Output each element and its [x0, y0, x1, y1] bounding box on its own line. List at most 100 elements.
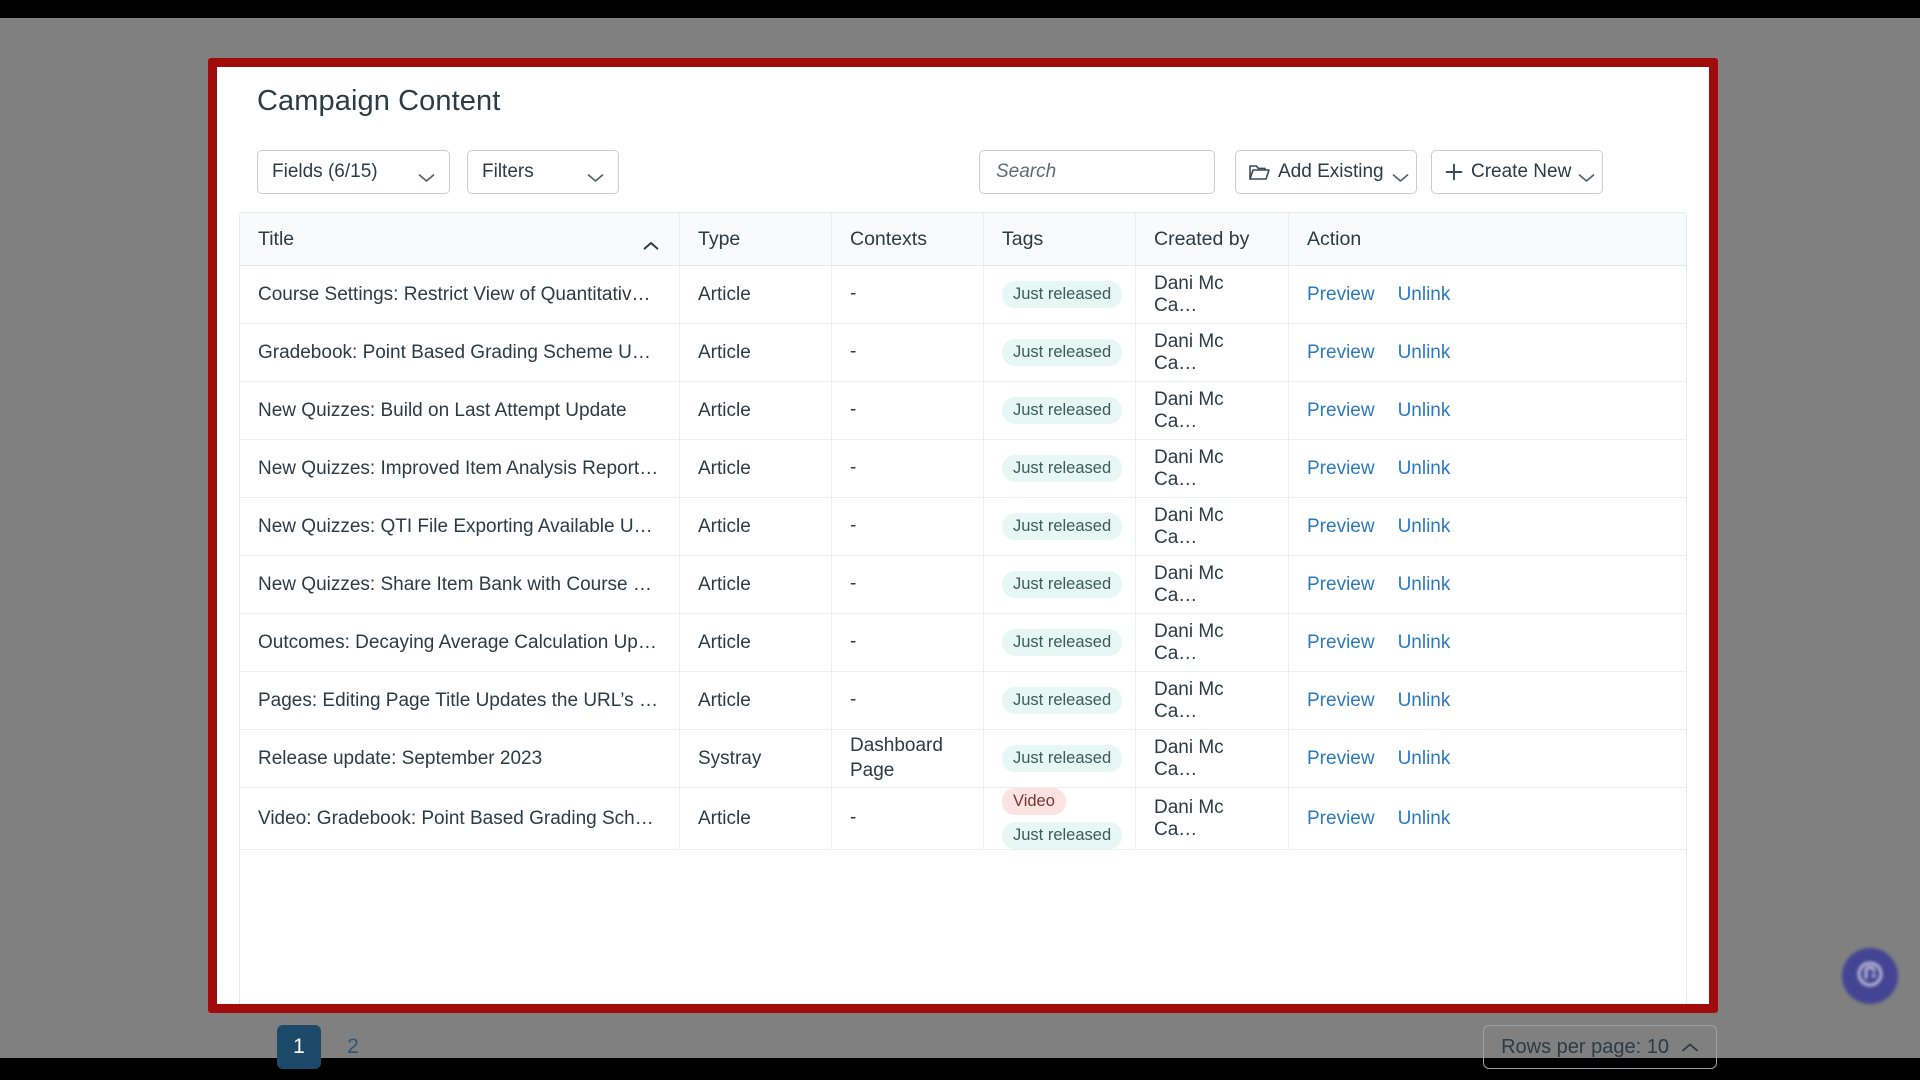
cell-title-text: New Quizzes: Build on Last Attempt Updat…: [258, 399, 627, 421]
unlink-link[interactable]: Unlink: [1398, 690, 1451, 712]
highlight-frame: Campaign Content Fields (6/15) Filters S…: [208, 58, 1718, 1013]
column-header-type[interactable]: Type: [680, 213, 832, 265]
column-header-title[interactable]: Title: [240, 213, 680, 265]
preview-link[interactable]: Preview: [1307, 748, 1375, 770]
cell-title: New Quizzes: Share Item Bank with Course…: [240, 556, 680, 613]
table-row[interactable]: New Quizzes: Share Item Bank with Course…: [240, 556, 1686, 614]
help-chat-icon: [1855, 959, 1885, 994]
table-row[interactable]: Release update: September 2023 Systray Das…: [240, 730, 1686, 788]
cell-type: Article: [680, 440, 832, 497]
unlink-link[interactable]: Unlink: [1398, 748, 1451, 770]
add-existing-button[interactable]: Add Existing: [1235, 150, 1417, 194]
page-title: Campaign Content: [257, 85, 501, 117]
cell-tags: Just released: [984, 614, 1136, 671]
cell-contexts: -: [832, 556, 984, 613]
campaign-content-card: Campaign Content Fields (6/15) Filters S…: [217, 67, 1709, 1004]
screen: Campaign Content Fields (6/15) Filters S…: [0, 0, 1920, 1080]
cell-contexts-text: -: [850, 457, 857, 479]
preview-link[interactable]: Preview: [1307, 284, 1375, 306]
cell-type: Article: [680, 324, 832, 381]
unlink-link[interactable]: Unlink: [1398, 632, 1451, 654]
status-badge: Just released: [1002, 338, 1123, 367]
column-header-tags[interactable]: Tags: [984, 213, 1136, 265]
cell-created-by: Dani Mc Ca…: [1136, 614, 1289, 671]
tag-list: Just released: [1002, 570, 1123, 599]
rows-per-page-selector[interactable]: Rows per page: 10: [1483, 1025, 1717, 1069]
help-chat-fab[interactable]: [1842, 948, 1898, 1004]
cell-title: Gradebook: Point Based Grading Scheme Up…: [240, 324, 680, 381]
unlink-link[interactable]: Unlink: [1398, 516, 1451, 538]
cell-action: Preview Unlink: [1289, 324, 1686, 381]
tag-list: Just released: [1002, 338, 1123, 367]
column-header-created-by[interactable]: Created by: [1136, 213, 1289, 265]
cell-action: Preview Unlink: [1289, 614, 1686, 671]
unlink-link[interactable]: Unlink: [1398, 808, 1451, 830]
pagination-page-2[interactable]: 2: [331, 1025, 375, 1069]
cell-action: Preview Unlink: [1289, 788, 1686, 849]
cell-contexts: -: [832, 788, 984, 850]
table-row[interactable]: Video: Gradebook: Point Based Grading Sc…: [240, 788, 1686, 851]
create-new-label: Create New: [1471, 161, 1572, 182]
column-header-contexts[interactable]: Contexts: [832, 213, 984, 265]
cell-tags: Just released: [984, 324, 1136, 381]
preview-link[interactable]: Preview: [1307, 574, 1375, 596]
cell-title: New Quizzes: Improved Item Analysis Repo…: [240, 440, 680, 497]
search-box[interactable]: [979, 150, 1264, 194]
fields-dropdown[interactable]: Fields (6/15): [257, 150, 450, 194]
table-row[interactable]: Gradebook: Point Based Grading Scheme Up…: [240, 324, 1686, 382]
unlink-link[interactable]: Unlink: [1398, 574, 1451, 596]
unlink-link[interactable]: Unlink: [1398, 284, 1451, 306]
status-badge: Just released: [1002, 822, 1123, 850]
preview-link[interactable]: Preview: [1307, 632, 1375, 654]
search-input[interactable]: [996, 161, 1243, 183]
cell-title-text: New Quizzes: Share Item Bank with Course…: [258, 573, 661, 595]
cell-title: Outcomes: Decaying Average Calculation U…: [240, 614, 680, 671]
cell-title: Video: Gradebook: Point Based Grading Sc…: [240, 788, 680, 850]
preview-link[interactable]: Preview: [1307, 808, 1375, 830]
preview-link[interactable]: Preview: [1307, 516, 1375, 538]
cell-action: Preview Unlink: [1289, 382, 1686, 439]
status-badge: Just released: [1002, 280, 1123, 309]
pagination-page-1[interactable]: 1: [277, 1025, 321, 1069]
preview-link[interactable]: Preview: [1307, 458, 1375, 480]
table-row[interactable]: Course Settings: Restrict View of Quanti…: [240, 266, 1686, 324]
cell-created-by: Dani Mc Ca…: [1136, 440, 1289, 497]
cell-contexts: -: [832, 382, 984, 439]
status-badge: Just released: [1002, 512, 1123, 541]
table-row[interactable]: Pages: Editing Page Title Updates the UR…: [240, 672, 1686, 730]
cell-title-text: Release update: September 2023: [258, 747, 543, 769]
cell-contexts-text: -: [850, 631, 857, 653]
cell-tags: Just released: [984, 672, 1136, 729]
cell-contexts: -: [832, 440, 984, 497]
table-row[interactable]: New Quizzes: QTI File Exporting Availabl…: [240, 498, 1686, 556]
cell-tags: Just released: [984, 382, 1136, 439]
table-row[interactable]: New Quizzes: Improved Item Analysis Repo…: [240, 440, 1686, 498]
preview-link[interactable]: Preview: [1307, 400, 1375, 422]
add-existing-label: Add Existing: [1278, 161, 1384, 182]
preview-link[interactable]: Preview: [1307, 690, 1375, 712]
status-badge: Video: [1002, 788, 1066, 816]
chevron-up-icon[interactable]: [643, 234, 659, 250]
filters-dropdown[interactable]: Filters: [467, 150, 619, 194]
tag-list: Just released: [1002, 454, 1123, 483]
cell-created-by: Dani Mc Ca…: [1136, 730, 1289, 787]
table-row[interactable]: New Quizzes: Build on Last Attempt Updat…: [240, 382, 1686, 440]
cell-type: Article: [680, 498, 832, 555]
table-row[interactable]: Outcomes: Decaying Average Calculation U…: [240, 614, 1686, 672]
cell-title-text: Pages: Editing Page Title Updates the UR…: [258, 689, 661, 711]
unlink-link[interactable]: Unlink: [1398, 342, 1451, 364]
unlink-link[interactable]: Unlink: [1398, 400, 1451, 422]
rows-per-page-label: Rows per page: 10: [1501, 1035, 1669, 1058]
create-new-button[interactable]: Create New: [1431, 150, 1603, 194]
cell-title-text: Video: Gradebook: Point Based Grading Sc…: [258, 807, 661, 829]
column-header-action: Action: [1307, 227, 1362, 250]
cell-created-by: Dani Mc Ca…: [1136, 556, 1289, 613]
desktop-background: Campaign Content Fields (6/15) Filters S…: [0, 18, 1920, 1069]
cell-type: Article: [680, 266, 832, 323]
cell-contexts-text: -: [850, 807, 857, 829]
preview-link[interactable]: Preview: [1307, 342, 1375, 364]
tag-list: Just released: [1002, 512, 1123, 541]
cell-title-text: Course Settings: Restrict View of Quanti…: [258, 283, 661, 305]
cell-tags: Just released: [984, 556, 1136, 613]
unlink-link[interactable]: Unlink: [1398, 458, 1451, 480]
